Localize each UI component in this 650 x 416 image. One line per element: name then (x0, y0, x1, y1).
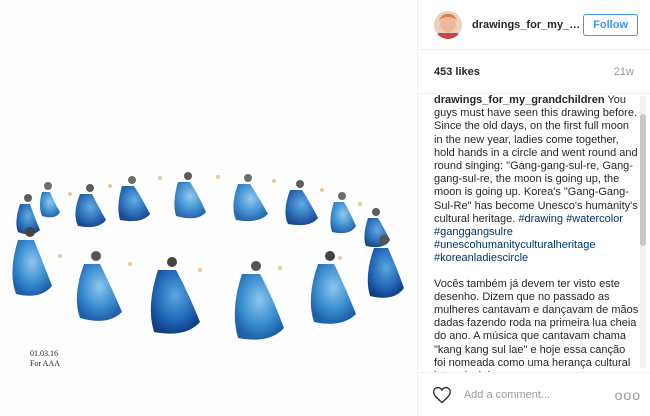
hashtag-watercolor[interactable]: #watercolor (566, 213, 623, 225)
post-image: 01.03.16 For AAA (0, 0, 417, 416)
signature-dedication: For AAA (30, 359, 60, 368)
comment-input[interactable] (461, 387, 615, 402)
caption-english: drawings_for_my_grandchildren You guys m… (434, 94, 639, 266)
hashtag-koreanladiescircle[interactable]: #koreanladiescircle (434, 252, 528, 264)
caption-username[interactable]: drawings_for_my_grandchildren (434, 94, 605, 106)
post-header: drawings_for_my_grandchildren Follow (418, 0, 650, 50)
likes-count[interactable]: 453 likes (434, 66, 480, 78)
hand-links (58, 175, 362, 272)
instagram-post: 01.03.16 For AAA drawings_for_my_grandch… (0, 0, 650, 416)
scrollbar-thumb[interactable] (640, 114, 646, 246)
caption-portuguese: Vocês também já devem ter visto este des… (434, 277, 639, 372)
hashtag-unescohumanityculturalheritage[interactable]: #unescohumanityculturalheritage (434, 239, 595, 251)
hashtag-ganggangsulre[interactable]: #ganggangsulre (434, 226, 513, 238)
post-sidebar: drawings_for_my_grandchildren Follow 453… (417, 0, 650, 416)
caption-text: You guys must have seen this drawing bef… (434, 94, 638, 225)
follow-button[interactable]: Follow (583, 13, 638, 36)
more-options-icon[interactable]: ooo (615, 387, 641, 403)
hashtag-drawing[interactable]: #drawing (518, 213, 563, 225)
dancers-back-row (16, 172, 390, 248)
dancers-front-row (12, 227, 404, 340)
caption-scroll-area[interactable]: drawings_for_my_grandchildren You guys m… (418, 94, 650, 372)
header-username[interactable]: drawings_for_my_grandchildren (472, 19, 583, 31)
caption-scrollbar[interactable] (640, 96, 646, 368)
heart-outline-icon[interactable] (432, 385, 452, 405)
caption: drawings_for_my_grandchildren You guys m… (418, 94, 650, 372)
watercolor-dancers-drawing: 01.03.16 For AAA (12, 172, 404, 368)
comment-bar: ooo (418, 372, 650, 416)
avatar[interactable] (434, 10, 462, 39)
post-time[interactable]: 21w (614, 66, 634, 78)
avatar-icon (434, 10, 462, 39)
signature-date: 01.03.16 (30, 349, 58, 358)
post-meta: 453 likes 21w (418, 50, 650, 94)
